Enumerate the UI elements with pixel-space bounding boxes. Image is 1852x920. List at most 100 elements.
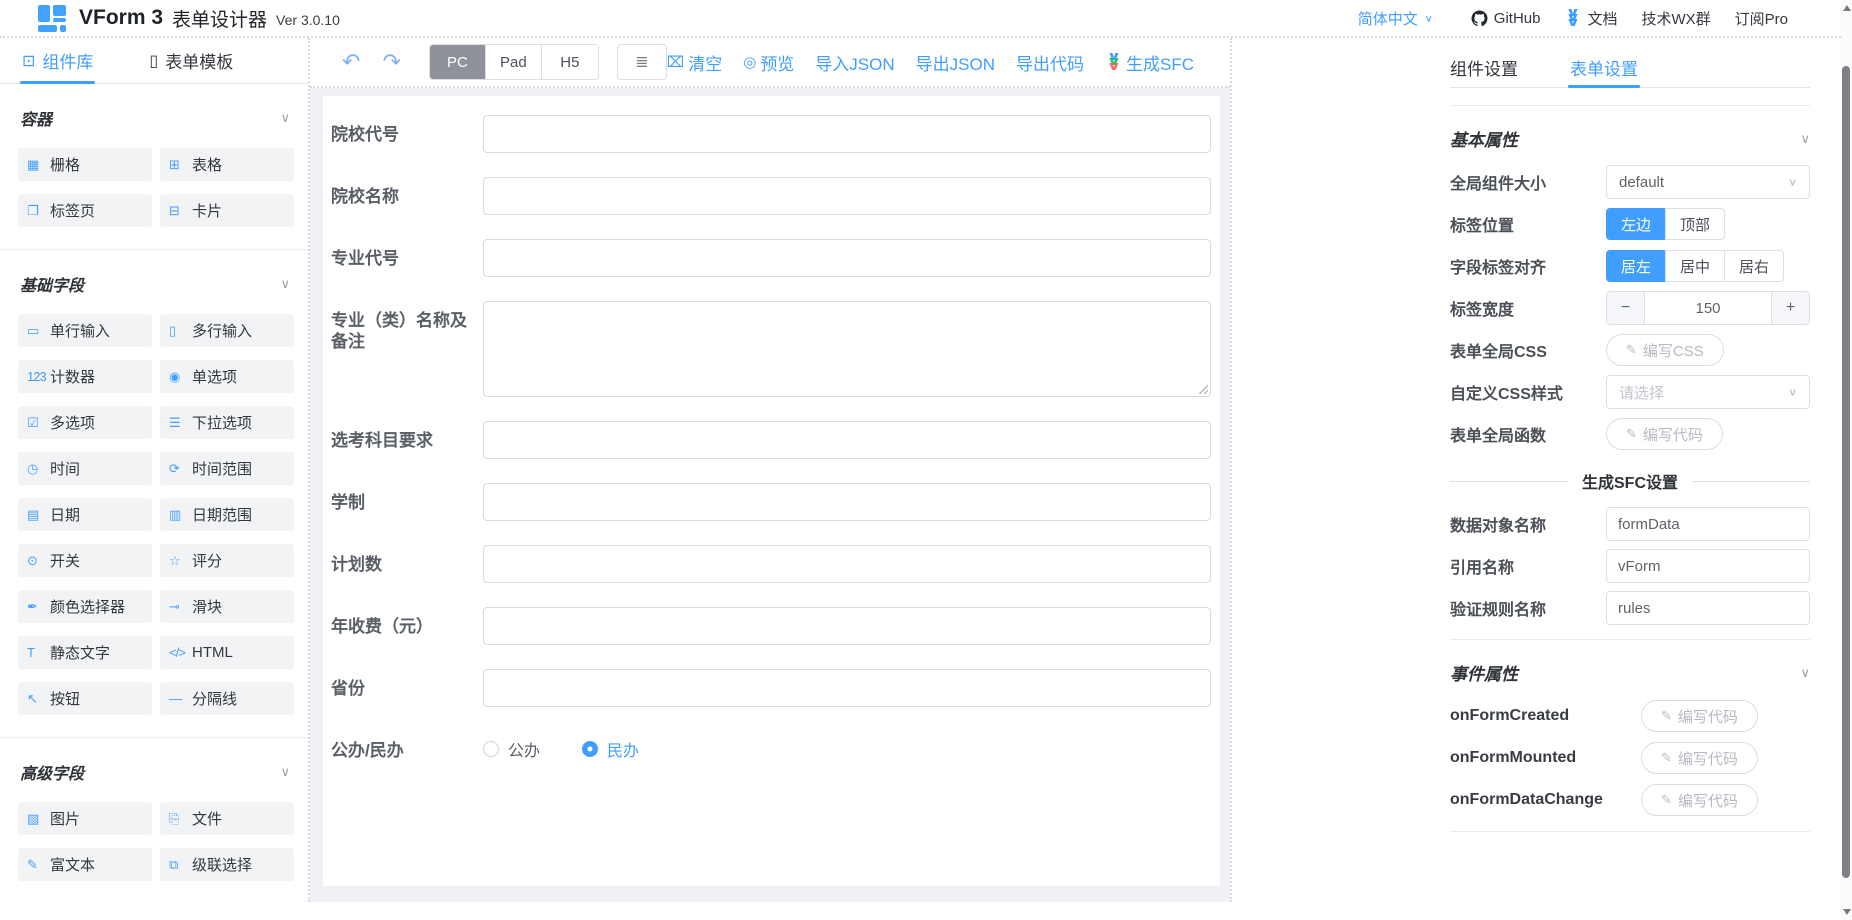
edit-code-button[interactable]: ✎编写代码 (1641, 784, 1758, 816)
widget-item-date[interactable]: ▤日期 (18, 498, 152, 531)
form-field-input[interactable]: 学制 (331, 483, 1211, 521)
widget-item-number[interactable]: 123计数器 (18, 360, 152, 393)
rules-name-input[interactable] (1606, 591, 1810, 625)
widget-item-grid[interactable]: ▦栅格 (18, 148, 152, 181)
import-json-button[interactable]: 导入JSON (815, 50, 894, 75)
field-textarea-box[interactable] (483, 301, 1211, 397)
form-field-input[interactable]: 计划数 (331, 545, 1211, 583)
widget-item-button[interactable]: ↖按钮 (18, 682, 152, 715)
widget-item-html[interactable]: </>HTML (160, 636, 294, 669)
form-field-radio[interactable]: 公办/民办公办民办 (331, 731, 1211, 761)
widget-item-table[interactable]: ⊞表格 (160, 148, 294, 181)
edit-code-button[interactable]: ✎编写代码 (1641, 700, 1758, 732)
widget-item-time[interactable]: ◷时间 (18, 452, 152, 485)
label-align-left[interactable]: 居左 (1606, 250, 1666, 282)
export-code-button[interactable]: 导出代码 (1016, 50, 1084, 75)
generate-sfc-button[interactable]: ∨∨∨ 生成SFC (1105, 50, 1194, 75)
chevron-down-icon: ∨ (280, 764, 290, 780)
widget-item-date-range[interactable]: ▥日期范围 (160, 498, 294, 531)
widget-item-rich-editor[interactable]: ✎富文本 (18, 848, 152, 881)
field-input-box[interactable] (483, 483, 1211, 521)
label-align-right[interactable]: 居右 (1724, 250, 1784, 282)
field-input-box[interactable] (483, 421, 1211, 459)
wx-group-link[interactable]: 技术WX群 (1641, 8, 1710, 29)
redo-button[interactable]: ↷ (380, 51, 402, 73)
radio-option[interactable]: 公办 (483, 737, 540, 761)
field-input-box[interactable] (483, 115, 1211, 153)
tab-form-templates[interactable]: ▯ 表单模板 (149, 38, 233, 83)
widget-item-slider[interactable]: ⊸滑块 (160, 590, 294, 623)
widget-item-tab[interactable]: ❐标签页 (18, 194, 152, 227)
widget-item-card[interactable]: ⊟卡片 (160, 194, 294, 227)
form-field-input[interactable]: 院校代号 (331, 115, 1211, 153)
field-input-box[interactable] (483, 607, 1211, 645)
label-align-center[interactable]: 居中 (1665, 250, 1725, 282)
write-code-button[interactable]: ✎ 编写代码 (1606, 418, 1723, 450)
widget-size-select[interactable]: default ∨ (1606, 165, 1810, 199)
subscribe-pro-link[interactable]: 订阅Pro (1735, 8, 1788, 29)
window-scrollbar[interactable] (1841, 0, 1852, 920)
form-field-input[interactable]: 专业代号 (331, 239, 1211, 277)
widget-item-cascader[interactable]: ⧉级联选择 (160, 848, 294, 881)
language-selector[interactable]: 简体中文 ∨ (1358, 8, 1433, 29)
widget-item-select[interactable]: ☰下拉选项 (160, 406, 294, 439)
widget-item-color[interactable]: ✒颜色选择器 (18, 590, 152, 623)
label-width-input[interactable] (1645, 292, 1771, 324)
tab-component-library[interactable]: ⊡ 组件库 (22, 38, 93, 83)
export-json-button[interactable]: 导出JSON (916, 50, 995, 75)
section-header[interactable]: 容器∨ (20, 106, 290, 130)
widget-item-time-range[interactable]: ⟳时间范围 (160, 452, 294, 485)
field-input-box[interactable] (483, 177, 1211, 215)
docs-link[interactable]: ∨∨∨ 文档 (1564, 8, 1617, 29)
basic-props-header[interactable]: 基本属性 ∨ (1450, 126, 1810, 151)
form-field-textarea[interactable]: 专业（类）名称及备注 (331, 301, 1211, 397)
custom-css-select[interactable]: 请选择 ∨ (1606, 375, 1810, 409)
write-css-button[interactable]: ✎ 编写CSS (1606, 334, 1724, 366)
form-field-input[interactable]: 选考科目要求 (331, 421, 1211, 459)
clear-button[interactable]: ⌧ 清空 (667, 50, 722, 75)
widget-item-switch[interactable]: ⊙开关 (18, 544, 152, 577)
label-position-top[interactable]: 顶部 (1665, 208, 1725, 240)
preview-button[interactable]: ◎ 预览 (743, 50, 794, 75)
decrease-button[interactable]: − (1607, 292, 1645, 324)
ref-name-input[interactable] (1606, 549, 1810, 583)
form-canvas[interactable]: 院校代号院校名称专业代号专业（类）名称及备注选考科目要求学制计划数年收费（元） 省… (310, 88, 1230, 902)
form-field-input[interactable]: 院校名称 (331, 177, 1211, 215)
github-link[interactable]: GitHub (1471, 10, 1541, 27)
field-input-box[interactable] (483, 545, 1211, 583)
radio-icon: ◉ (169, 369, 192, 385)
device-pad[interactable]: Pad (486, 45, 542, 79)
section-header[interactable]: 基础字段∨ (20, 272, 290, 296)
widget-item-textarea[interactable]: ▯多行输入 (160, 314, 294, 347)
form-field-input[interactable]: 年收费（元） (331, 607, 1211, 645)
edit-code-button[interactable]: ✎编写代码 (1641, 742, 1758, 774)
widget-item-file[interactable]: ⎘文件 (160, 802, 294, 835)
label-position-left[interactable]: 左边 (1606, 208, 1666, 240)
undo-button[interactable]: ↶ (340, 51, 362, 73)
scrollbar-down-arrow-icon[interactable] (1843, 909, 1851, 915)
widget-item-input[interactable]: ▭单行输入 (18, 314, 152, 347)
node-tree-button[interactable]: ≣ (617, 44, 667, 80)
field-input-box[interactable] (483, 239, 1211, 277)
widget-item-static-text[interactable]: T静态文字 (18, 636, 152, 669)
widget-item-radio[interactable]: ◉单选项 (160, 360, 294, 393)
widget-item-divider[interactable]: —分隔线 (160, 682, 294, 715)
tab-form-settings[interactable]: 表单设置 (1570, 48, 1638, 87)
radio-option[interactable]: 民办 (582, 737, 639, 761)
widget-item-picture[interactable]: ▧图片 (18, 802, 152, 835)
scrollbar-thumb[interactable] (1842, 66, 1850, 878)
field-input-box[interactable] (483, 669, 1211, 707)
chevron-down-icon: ∨ (1800, 665, 1810, 681)
device-h5[interactable]: H5 (542, 45, 598, 79)
edit-code-label: 编写代码 (1678, 748, 1738, 769)
widget-item-checkbox[interactable]: ☑多选项 (18, 406, 152, 439)
section-header[interactable]: 高级字段∨ (20, 760, 290, 784)
event-props-header[interactable]: 事件属性 ∨ (1450, 660, 1810, 685)
tab-widget-settings[interactable]: 组件设置 (1450, 48, 1518, 87)
widget-item-rate[interactable]: ☆评分 (160, 544, 294, 577)
form-field-input[interactable]: 省份 (331, 669, 1211, 707)
device-pc[interactable]: PC (430, 45, 486, 79)
increase-button[interactable]: + (1771, 292, 1809, 324)
scrollbar-up-arrow-icon[interactable] (1843, 5, 1851, 11)
data-object-input[interactable] (1606, 507, 1810, 541)
